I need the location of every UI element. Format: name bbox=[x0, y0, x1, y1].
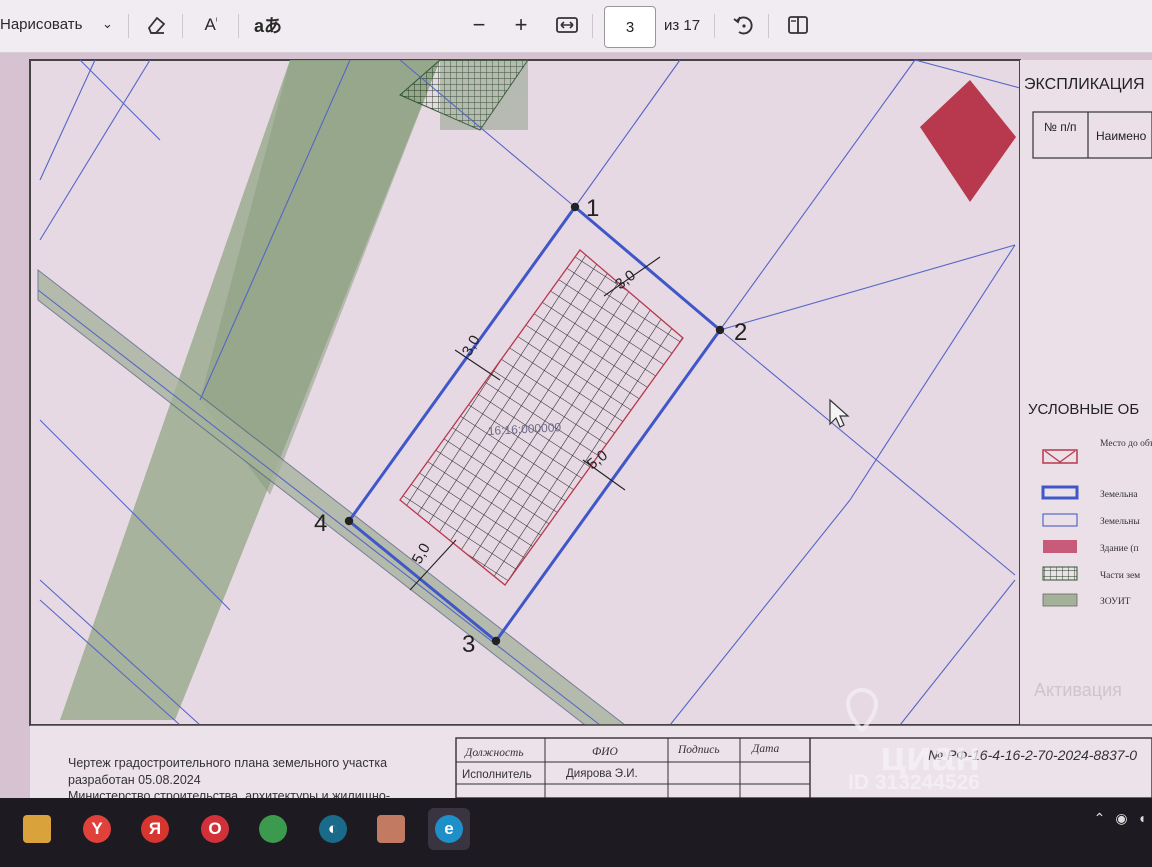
edge-icon-glyph: e bbox=[435, 815, 463, 843]
divider bbox=[128, 14, 129, 38]
legend-item: ЗОУИТ bbox=[1100, 597, 1131, 607]
explication-title: ЭКСПЛИКАЦИЯ bbox=[1024, 76, 1145, 93]
taskbar: Y Я O ◐ e ⌃ ◉ ◖ bbox=[0, 798, 1152, 867]
app-icon[interactable]: ◐ bbox=[312, 808, 354, 850]
point-label-1: 1 bbox=[586, 195, 599, 222]
stamp-role: Исполнитель bbox=[462, 769, 532, 781]
volume-icon[interactable]: ◖ bbox=[1138, 810, 1146, 826]
sidebar-panel bbox=[1020, 60, 1152, 725]
chrome-icon-glyph bbox=[259, 815, 287, 843]
file-manager-icon[interactable] bbox=[16, 808, 58, 850]
legend-swatch-easement bbox=[1042, 566, 1078, 581]
yandex-icon[interactable]: Я bbox=[134, 808, 176, 850]
drawing-sheet: 3,0 3,0 5,0 5,0 16:16:000000 1 2 3 4 ЭКС… bbox=[0, 53, 1152, 798]
chevron-down-icon[interactable]: ⌄ bbox=[102, 16, 113, 32]
legend-title: УСЛОВНЫЕ ОБ bbox=[1028, 401, 1139, 418]
yandex-browser-icon[interactable]: Y bbox=[76, 808, 118, 850]
point-label-4: 4 bbox=[314, 510, 327, 537]
edge-icon[interactable]: e bbox=[428, 808, 470, 850]
stamp-name: Диярова Э.И. bbox=[566, 768, 638, 780]
page-number-input[interactable] bbox=[604, 6, 656, 48]
legend-item: Здание (п bbox=[1100, 543, 1139, 554]
activation-watermark: Активация bbox=[1034, 680, 1122, 700]
divider bbox=[714, 14, 715, 38]
rotate-icon[interactable] bbox=[730, 12, 756, 38]
explication-col-name: Наимено bbox=[1096, 129, 1147, 143]
chevron-up-icon[interactable]: ⌃ bbox=[1094, 810, 1106, 827]
system-tray: ⌃ ◉ ◖ bbox=[1094, 798, 1152, 838]
footer-note: Чертеж градостроительного плана земельно… bbox=[68, 756, 387, 770]
translate-icon[interactable]: aあ bbox=[254, 13, 282, 37]
photo-app-icon[interactable] bbox=[370, 808, 412, 850]
page-view-icon[interactable] bbox=[786, 14, 810, 36]
footer-note: Министерство строительства, архитектуры … bbox=[68, 789, 390, 798]
legend-item: Земельны bbox=[1100, 517, 1140, 527]
photo-app-icon-glyph bbox=[377, 815, 405, 843]
network-icon[interactable]: ◉ bbox=[1115, 810, 1127, 827]
legend-swatch-zouit bbox=[1042, 593, 1078, 607]
chrome-icon[interactable] bbox=[252, 808, 294, 850]
hatched-easement-tint bbox=[440, 60, 528, 130]
yandex-icon-glyph: Я bbox=[141, 815, 169, 843]
watermark-id: ID 313244526 bbox=[848, 771, 980, 794]
app-icon-glyph: ◐ bbox=[319, 815, 347, 843]
stamp-header: Дата bbox=[751, 743, 780, 755]
legend-item: Земельна bbox=[1100, 490, 1138, 500]
point-label-3: 3 bbox=[462, 631, 475, 658]
stamp-header: Должность bbox=[464, 747, 524, 759]
footer-note: разработан 05.08.2024 bbox=[68, 773, 201, 787]
document-viewer[interactable]: 3,0 3,0 5,0 5,0 16:16:000000 1 2 3 4 ЭКС… bbox=[0, 53, 1152, 798]
divider bbox=[182, 14, 183, 38]
read-aloud-icon[interactable]: Aᶦ bbox=[198, 13, 224, 37]
page-total: из 17 bbox=[664, 17, 701, 34]
fit-to-width-icon[interactable] bbox=[554, 14, 580, 36]
opera-icon-glyph: O bbox=[201, 815, 229, 843]
stamp-header: ФИО bbox=[592, 746, 619, 758]
opera-icon[interactable]: O bbox=[194, 808, 236, 850]
zoom-out-button[interactable]: − bbox=[466, 12, 492, 38]
point-label-2: 2 bbox=[734, 319, 747, 346]
file-manager-icon-glyph bbox=[23, 815, 51, 843]
yandex-browser-icon-glyph: Y bbox=[83, 815, 111, 843]
zoom-in-button[interactable]: + bbox=[508, 12, 534, 38]
legend-item: Части зем bbox=[1100, 571, 1140, 581]
divider bbox=[768, 14, 769, 38]
divider bbox=[238, 14, 239, 38]
eraser-icon[interactable] bbox=[144, 13, 168, 37]
draw-button[interactable]: Нарисовать bbox=[0, 16, 82, 33]
legend-item: Место до объекта к строител bbox=[1100, 438, 1152, 449]
explication-col-no: № п/п bbox=[1044, 120, 1077, 134]
divider bbox=[592, 14, 593, 38]
pdf-toolbar: Нарисовать ⌄ Aᶦ aあ − + из 17 bbox=[0, 0, 1152, 53]
legend-swatch-building bbox=[1043, 540, 1077, 553]
stamp-header: Подпись bbox=[677, 744, 720, 756]
